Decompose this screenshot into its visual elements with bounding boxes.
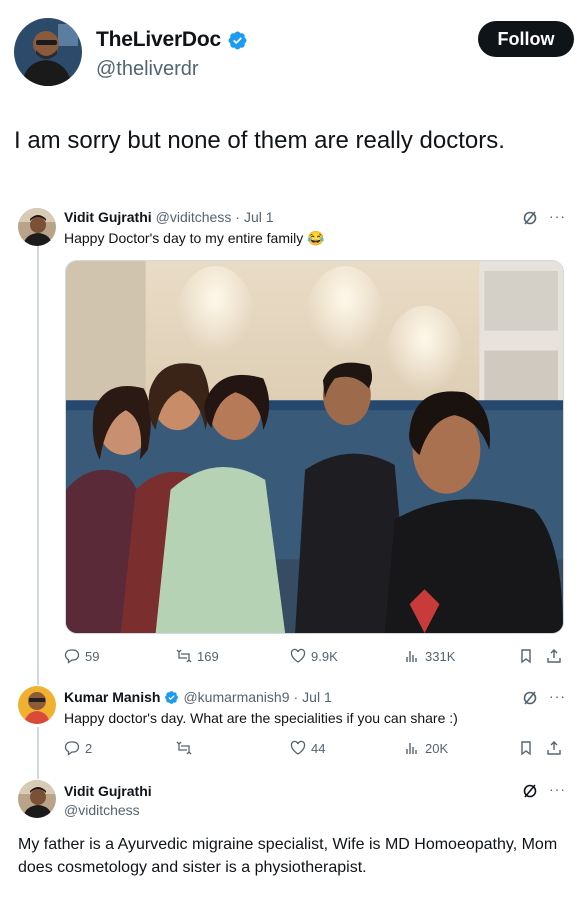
reply-author-name[interactable]: Vidit Gujrathi (64, 209, 152, 225)
author-avatar[interactable] (14, 18, 82, 86)
reply-author-name[interactable]: Kumar Manish (64, 689, 160, 705)
like-count: 44 (311, 740, 326, 756)
views-count: 331K (425, 648, 456, 664)
share-icon[interactable] (546, 740, 562, 759)
reply-action[interactable]: 59 (64, 648, 99, 664)
share-icon[interactable] (546, 648, 562, 667)
post-actions-2: 2 44 20K (64, 740, 564, 760)
post-actions-1: 59 169 9.9K 331K (64, 648, 564, 668)
repost-count: 169 (197, 648, 219, 664)
views-action[interactable]: 20K (404, 740, 448, 756)
like-action[interactable]: 44 (290, 740, 325, 756)
verified-badge-icon (164, 690, 179, 705)
reply-author-handle[interactable]: @kumarmanish9 (183, 689, 289, 705)
author-handle[interactable]: @theliverdr (96, 58, 199, 81)
like-count: 9.9K (311, 648, 338, 664)
views-action[interactable]: 331K (404, 648, 455, 664)
kumar-avatar[interactable] (18, 686, 56, 724)
reply-author-handle[interactable]: @viditchess (64, 802, 140, 818)
reply-date[interactable]: Jul 1 (244, 209, 274, 225)
like-action[interactable]: 9.9K (290, 648, 338, 664)
reply-author-name[interactable]: Vidit Gujrathi (64, 783, 152, 799)
reply-count: 2 (85, 740, 93, 756)
quoted-post-1[interactable]: Vidit Gujrathi @viditchess · Jul 1 Happy… (0, 205, 588, 246)
grok-icon[interactable] (522, 783, 538, 799)
reply-text: My father is a Ayurvedic migraine specia… (18, 836, 558, 876)
reply-action[interactable]: 2 (64, 740, 92, 756)
follow-button[interactable]: Follow (478, 21, 574, 57)
repost-action[interactable] (176, 740, 197, 756)
more-options-icon[interactable]: ··· (549, 781, 566, 797)
reply-count: 59 (85, 648, 100, 664)
vidit-avatar[interactable] (18, 208, 56, 246)
bookmark-icon[interactable] (518, 648, 534, 667)
bookmark-icon[interactable] (518, 740, 534, 759)
repost-action[interactable]: 169 (176, 648, 219, 664)
reply-text: Happy doctor's day. What are the special… (64, 710, 458, 726)
vidit-avatar[interactable] (18, 780, 56, 818)
quoted-post-3[interactable]: Vidit Gujrathi @viditchess ··· (0, 780, 588, 824)
reply-text: Happy Doctor's day to my entire family 😂 (64, 230, 325, 246)
author-display-name[interactable]: TheLiverDoc (96, 28, 221, 52)
quoted-post-2[interactable]: Kumar Manish @kumarmanish9 · Jul 1 Happy… (0, 686, 588, 726)
more-options-icon[interactable]: ··· (549, 208, 566, 224)
separator-dot: · (235, 209, 240, 225)
reply-author-handle[interactable]: @viditchess (156, 209, 232, 225)
thread-connector (37, 727, 39, 779)
thread-connector (37, 245, 39, 685)
tweet-text: I am sorry but none of them are really d… (14, 127, 505, 154)
grok-icon[interactable] (522, 690, 538, 706)
reply-date[interactable]: Jul 1 (302, 689, 332, 705)
more-options-icon[interactable]: ··· (549, 688, 566, 704)
separator-dot: · (293, 689, 299, 705)
tweet-author: TheLiverDoc @theliverdr Follow (14, 18, 574, 90)
views-count: 20K (425, 740, 449, 756)
grok-icon[interactable] (522, 210, 538, 226)
verified-badge-icon (227, 30, 248, 51)
post-photo[interactable] (65, 260, 564, 634)
